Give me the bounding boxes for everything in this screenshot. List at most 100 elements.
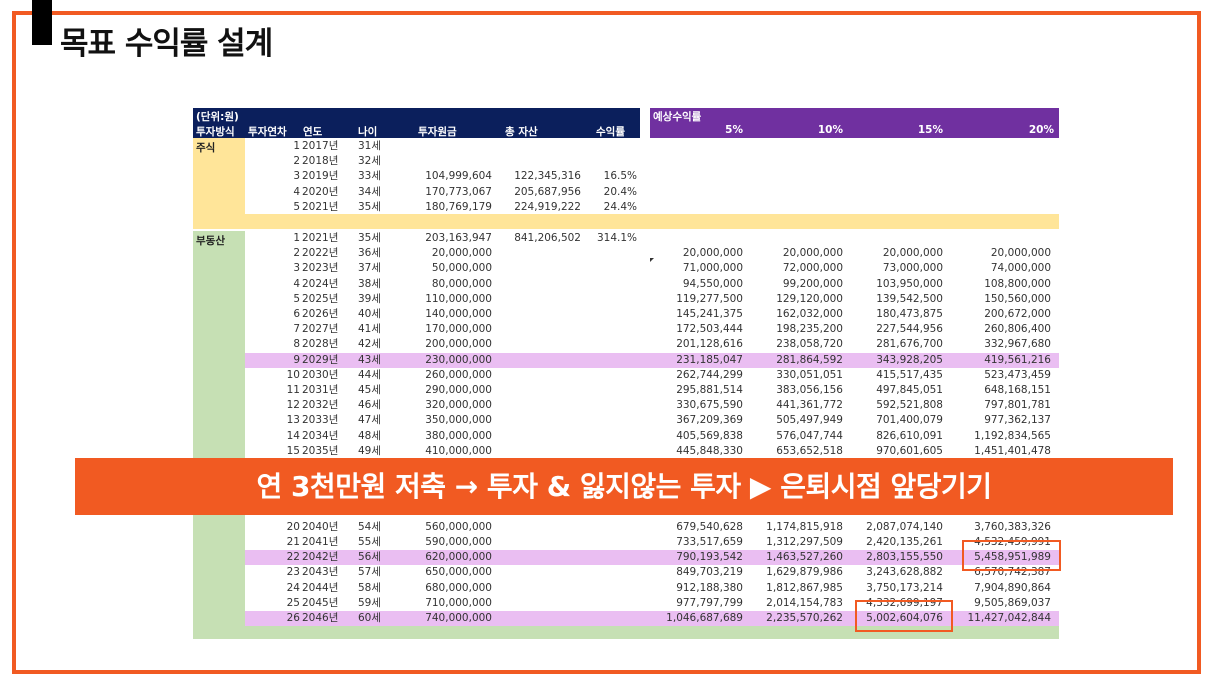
cell-year-index: 7 bbox=[293, 323, 300, 336]
table-row: 22 2042년 56세 620,000,000 790,193,542 1,463,52… bbox=[245, 550, 1059, 566]
cell-principal: 203,163,947 bbox=[425, 232, 492, 244]
cell-principal: 350,000,000 bbox=[425, 414, 492, 427]
cell-expected-5: 405,569,838 bbox=[676, 429, 743, 442]
cell-expected-20: 419,561,216 bbox=[984, 353, 1051, 366]
highlight-box-20pct-2042 bbox=[962, 540, 1061, 571]
cell-expected-10: 20,000,000 bbox=[782, 247, 843, 260]
cell-expected-5: 172,503,444 bbox=[676, 323, 743, 336]
cell-expected-5: 679,540,628 bbox=[676, 520, 743, 533]
cell-expected-20: 11,427,042,844 bbox=[967, 612, 1052, 624]
table-row: 6 2026년 40세 140,000,000 145,241,375 162,032,0… bbox=[245, 307, 1059, 322]
cell-year: 2045년 bbox=[302, 596, 339, 609]
category-real-estate-label: 부동산 bbox=[196, 235, 225, 247]
cell-age: 39세 bbox=[358, 292, 382, 305]
cell-expected-20: 7,904,890,864 bbox=[974, 581, 1051, 594]
cell-age: 35세 bbox=[358, 232, 382, 244]
cell-expected-10: 1,629,879,986 bbox=[766, 566, 843, 579]
cell-expected-10: 2,235,570,262 bbox=[766, 612, 843, 624]
cell-age: 49세 bbox=[358, 444, 382, 457]
cell-principal: 200,000,000 bbox=[425, 338, 492, 351]
cell-expected-10: 1,812,867,985 bbox=[766, 581, 843, 594]
cell-age: 58세 bbox=[358, 581, 382, 594]
unit-label: (단위:원) bbox=[196, 111, 239, 123]
cell-year: 2030년 bbox=[302, 368, 339, 381]
cell-year-index: 23 bbox=[286, 566, 300, 579]
cell-expected-10: 99,200,000 bbox=[782, 277, 843, 290]
table-row: 12 2032년 46세 320,000,000 330,675,590 441,361,… bbox=[245, 398, 1059, 413]
cell-expected-10: 330,051,051 bbox=[776, 368, 843, 381]
cell-expected-5: 231,185,047 bbox=[676, 353, 743, 366]
cell-age: 34세 bbox=[358, 185, 382, 198]
cell-year: 2046년 bbox=[302, 612, 339, 624]
cell-expected-5: 977,797,799 bbox=[676, 596, 743, 609]
header-year-index: 투자연차 bbox=[248, 126, 287, 138]
cell-expected-15: 227,544,956 bbox=[876, 323, 943, 336]
cell-year: 2035년 bbox=[302, 444, 339, 457]
cell-expected-10: 72,000,000 bbox=[782, 262, 843, 275]
cell-expected-20: 200,672,000 bbox=[984, 308, 1051, 320]
cell-principal: 110,000,000 bbox=[425, 292, 492, 305]
cell-expected-15: 281,676,700 bbox=[876, 338, 943, 351]
cell-year-index: 15 bbox=[286, 444, 300, 457]
table-row: 8 2028년 42세 200,000,000 201,128,616 238,058,7… bbox=[245, 337, 1059, 352]
cell-year: 2022년 bbox=[302, 247, 339, 260]
table-row: 24 2044년 58세 680,000,000 912,188,380 1,812,86… bbox=[245, 581, 1059, 596]
cell-age: 44세 bbox=[358, 368, 382, 381]
table-row: 4 2020년 34세 170,773,067 205,687,956 20.4% bbox=[245, 185, 1059, 200]
cell-principal: 20,000,000 bbox=[431, 247, 492, 260]
cell-expected-10: 198,235,200 bbox=[776, 323, 843, 336]
cell-expected-5: 94,550,000 bbox=[682, 277, 743, 290]
highlight-box-15pct-2046 bbox=[855, 600, 953, 632]
cell-principal: 230,000,000 bbox=[425, 353, 492, 366]
cell-principal: 50,000,000 bbox=[431, 262, 492, 275]
cell-expected-20: 74,000,000 bbox=[990, 262, 1051, 275]
rate-10: 10% bbox=[817, 124, 843, 136]
cell-expected-10: 129,120,000 bbox=[776, 292, 843, 305]
cell-expected-15: 497,845,051 bbox=[876, 384, 943, 396]
cell-age: 57세 bbox=[358, 566, 382, 579]
cell-expected-10: 1,174,815,918 bbox=[766, 520, 843, 533]
cell-year: 2042년 bbox=[302, 551, 339, 564]
cell-year-index: 1 bbox=[293, 140, 300, 152]
cell-year-index: 26 bbox=[286, 612, 300, 624]
cell-expected-5: 790,193,542 bbox=[676, 551, 743, 564]
cell-expected-5: 71,000,000 bbox=[682, 262, 743, 275]
cell-expected-10: 1,312,297,509 bbox=[766, 536, 843, 548]
cell-expected-15: 701,400,079 bbox=[876, 414, 943, 427]
cell-expected-5: 912,188,380 bbox=[676, 581, 743, 594]
cell-year: 2040년 bbox=[302, 520, 339, 533]
cell-expected-10: 653,652,518 bbox=[776, 444, 843, 457]
cell-expected-20: 648,168,151 bbox=[984, 384, 1051, 396]
cell-expected-5: 445,848,330 bbox=[676, 444, 743, 457]
cell-expected-20: 150,560,000 bbox=[984, 292, 1051, 305]
rate-15: 15% bbox=[917, 124, 943, 136]
table-row: 5 2021년 35세 180,769,179 224,919,222 24.4% bbox=[245, 200, 1059, 215]
cell-expected-15: 2,420,135,261 bbox=[866, 536, 943, 548]
cell-year-index: 2 bbox=[293, 247, 300, 260]
cell-year: 2023년 bbox=[302, 262, 339, 275]
cell-age: 41세 bbox=[358, 323, 382, 336]
category-real-estate: 부동산 bbox=[193, 231, 245, 639]
cell-principal: 680,000,000 bbox=[425, 581, 492, 594]
cell-principal: 590,000,000 bbox=[425, 536, 492, 548]
cell-total-assets: 224,919,222 bbox=[514, 200, 581, 213]
stock-end-band bbox=[193, 214, 1059, 229]
table-row: 20 2040년 54세 560,000,000 679,540,628 1,174,81… bbox=[245, 520, 1059, 535]
cell-principal: 170,773,067 bbox=[425, 185, 492, 198]
cell-expected-15: 2,087,074,140 bbox=[866, 520, 943, 533]
table-row: 14 2034년 48세 380,000,000 405,569,838 576,047,… bbox=[245, 429, 1059, 444]
rate-5: 5% bbox=[725, 124, 743, 136]
cell-expected-20: 332,967,680 bbox=[984, 338, 1051, 351]
cell-expected-15: 139,542,500 bbox=[876, 292, 943, 305]
cell-age: 47세 bbox=[358, 414, 382, 427]
cell-return-rate: 16.5% bbox=[603, 170, 637, 183]
table-row: 11 2031년 45세 290,000,000 295,881,514 383,056,… bbox=[245, 383, 1059, 398]
cell-age: 55세 bbox=[358, 536, 382, 548]
cell-year-index: 6 bbox=[293, 308, 300, 320]
cell-year-index: 4 bbox=[293, 185, 300, 198]
cell-principal: 170,000,000 bbox=[425, 323, 492, 336]
expected-return-label: 예상수익률 bbox=[653, 111, 702, 123]
cell-age: 37세 bbox=[358, 262, 382, 275]
table-row: 1 2017년 31세 bbox=[245, 139, 1059, 154]
cell-age: 45세 bbox=[358, 384, 382, 396]
